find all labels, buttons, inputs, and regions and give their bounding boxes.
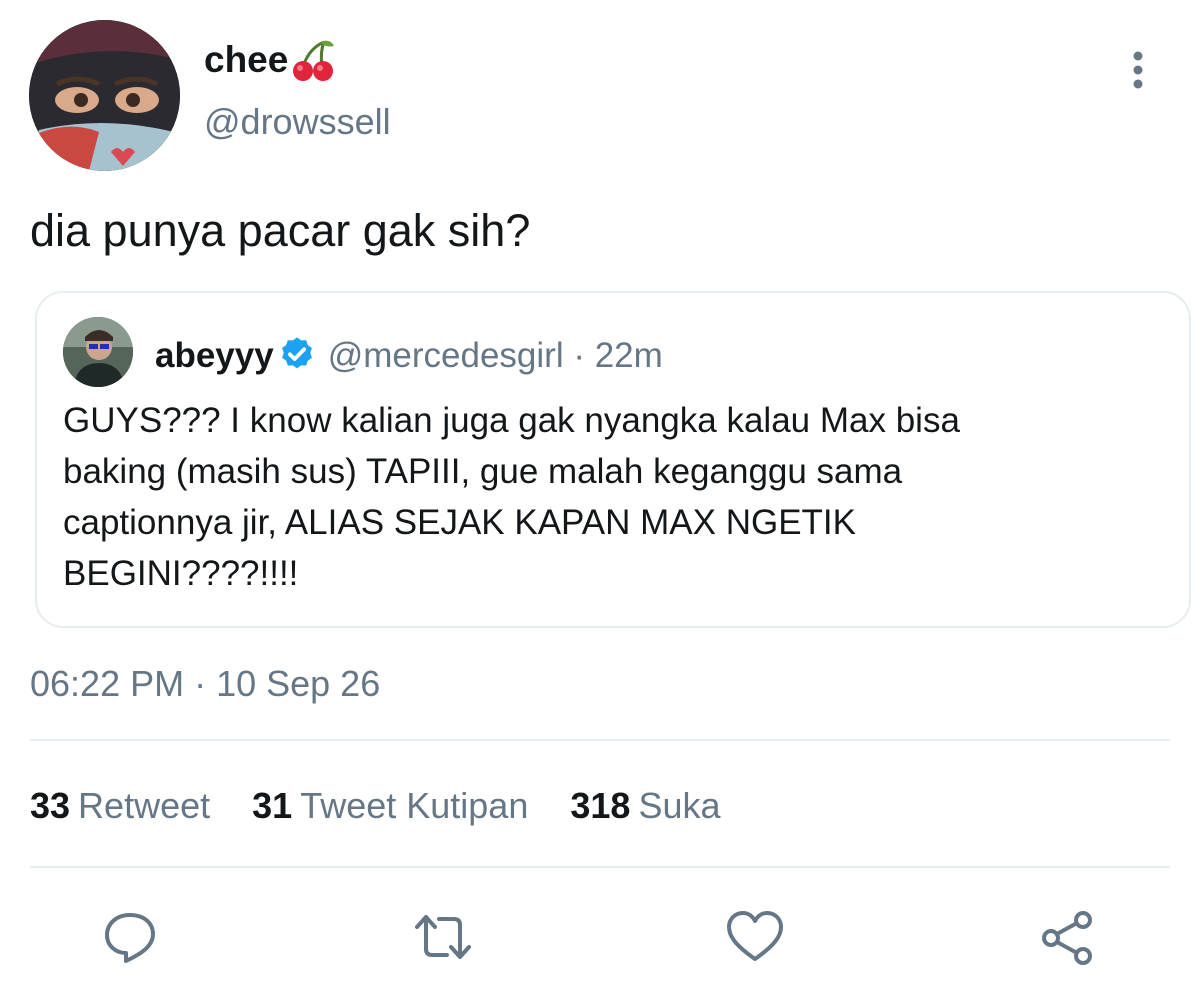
retweet-button[interactable]	[411, 905, 475, 969]
quoted-text-line: baking (masih sus) TAPIII, gue malah keg…	[63, 452, 903, 491]
quoted-separator: ·	[573, 336, 585, 375]
reply-button[interactable]	[98, 905, 162, 969]
author-handle[interactable]: @drowssell	[204, 100, 391, 144]
quote-label: Tweet Kutipan	[300, 785, 529, 826]
more-vertical-icon	[1133, 51, 1143, 89]
like-button[interactable]	[723, 905, 787, 969]
tweet-text: dia punya pacar gak sih?	[30, 205, 531, 256]
share-button[interactable]	[1036, 905, 1100, 969]
quoted-author-avatar[interactable]	[63, 317, 133, 387]
author-avatar-image	[29, 20, 180, 171]
verified-badge-icon	[281, 337, 312, 369]
divider	[30, 739, 1170, 741]
author-avatar[interactable]	[29, 20, 180, 171]
quoted-display-name[interactable]: abeyyy	[155, 336, 274, 375]
like-count: 318	[570, 785, 631, 826]
retweet-count: 33	[30, 785, 71, 826]
quoted-time: 22m	[594, 336, 663, 375]
tweet-stats: 33 Retweet 31 Tweet Kutipan 318 Suka	[30, 784, 753, 828]
quoted-text-line: GUYS??? I know kalian juga gak nyangka k…	[63, 401, 960, 440]
quoted-text-line: BEGINI????!!!!	[63, 554, 299, 593]
author-display-name[interactable]: chee	[204, 38, 336, 82]
quoted-tweet-header: abeyyy @mercedesgirl · 22m	[155, 333, 663, 379]
quoted-tweet-card[interactable]: abeyyy @mercedesgirl · 22m GUYS??? I kno…	[35, 291, 1191, 628]
quoted-text-line: captionnya jir, ALIAS SEJAK KAPAN MAX NG…	[63, 503, 857, 542]
retweet-label: Retweet	[78, 785, 211, 826]
quote-count-link[interactable]: 31 Tweet Kutipan	[252, 784, 528, 828]
quoted-handle[interactable]: @mercedesgirl	[328, 336, 564, 375]
heart-icon	[727, 911, 783, 961]
retweet-icon	[415, 915, 471, 959]
divider	[30, 866, 1170, 868]
cherries-emoji-icon	[293, 40, 335, 81]
share-icon	[1042, 911, 1092, 965]
quoted-avatar-image	[63, 317, 133, 387]
quote-count: 31	[252, 785, 293, 826]
like-label: Suka	[638, 785, 721, 826]
quoted-tweet-text: GUYS??? I know kalian juga gak nyangka k…	[63, 395, 1163, 599]
more-options-button[interactable]	[1120, 48, 1156, 92]
retweet-count-link[interactable]: 33 Retweet	[30, 784, 210, 828]
reply-icon	[105, 913, 155, 963]
tweet-timestamp: 06:22 PM · 10 Sep 26	[30, 663, 381, 704]
like-count-link[interactable]: 318 Suka	[570, 784, 720, 828]
author-display-name-text: chee	[204, 39, 289, 80]
